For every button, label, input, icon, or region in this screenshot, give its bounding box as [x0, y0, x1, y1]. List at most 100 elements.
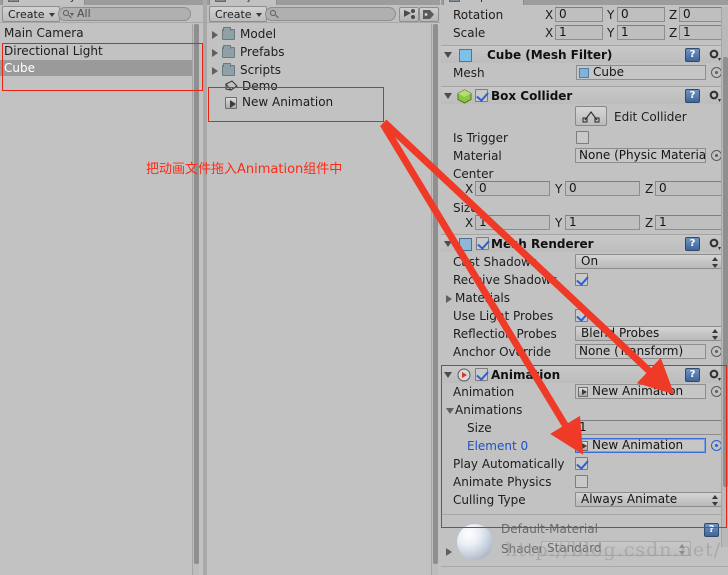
cast-shadows-label: Cast Shadows [453, 255, 538, 269]
animation-clip-row: Animation New Animation [441, 384, 728, 401]
hierarchy-toolbar: Create All [0, 5, 203, 23]
hierarchy-scrollbar-thumb[interactable] [194, 24, 199, 564]
rotation-y-input[interactable]: 0 [617, 7, 665, 22]
rotation-z-input[interactable]: 0 [679, 7, 724, 22]
gear-icon[interactable] [708, 89, 721, 102]
label-tag-icon-button[interactable] [419, 7, 439, 22]
project-item-prefabs[interactable]: Prefabs [212, 44, 285, 60]
play-automatically-checkbox[interactable] [575, 457, 588, 470]
chevron-down-icon[interactable] [444, 372, 452, 378]
collider-size-y-input[interactable]: 1 [565, 215, 640, 230]
animation-clip-field[interactable]: New Animation [575, 384, 706, 399]
hierarchy-create-button[interactable]: Create [2, 6, 60, 22]
box-collider-enabled-checkbox[interactable] [475, 89, 488, 102]
tab-inspector[interactable]: Inspector [443, 0, 525, 5]
collider-center-x-input[interactable]: 0 [475, 181, 550, 196]
project-scrollbar-thumb[interactable] [433, 24, 438, 564]
mesh-renderer-header[interactable]: Mesh Renderer ? [441, 234, 728, 252]
use-light-probes-checkbox[interactable] [575, 309, 588, 322]
scale-x-input[interactable]: 1 [555, 25, 603, 40]
chevron-right-icon[interactable] [446, 548, 452, 556]
project-item-scripts[interactable]: Scripts [212, 62, 281, 78]
mesh-value: Cube [593, 65, 624, 79]
mesh-object-field[interactable]: Cube [576, 65, 706, 80]
materials-label: Materials [455, 291, 511, 305]
gear-icon[interactable] [708, 368, 721, 381]
help-icon[interactable]: ? [685, 237, 700, 251]
project-item-model[interactable]: Model [212, 26, 276, 42]
mesh-filter-icon [459, 49, 472, 62]
project-search-input[interactable] [265, 7, 396, 21]
animations-array-row[interactable]: Animations [441, 402, 728, 419]
collider-center-z-input[interactable]: 0 [655, 181, 724, 196]
animations-element0-field[interactable]: New Animation [575, 438, 706, 453]
updown-caret-icon [712, 329, 719, 340]
collider-size-z-input[interactable]: 1 [655, 215, 724, 230]
is-trigger-checkbox[interactable] [576, 131, 589, 144]
box-collider-header[interactable]: Box Collider ? [441, 86, 728, 104]
play-automatically-row: Play Automatically [441, 456, 728, 473]
animations-size-input[interactable]: 1 [575, 420, 724, 435]
hierarchy-item-cube[interactable]: Cube [0, 60, 193, 76]
chevron-right-icon[interactable] [212, 31, 218, 39]
animation-title: Animation [491, 368, 561, 382]
animation-header[interactable]: Animation ? [441, 365, 728, 383]
inspector-scrollbar-thumb[interactable] [723, 57, 728, 487]
favorites-icon-button[interactable] [399, 7, 419, 22]
help-icon[interactable]: ? [685, 89, 700, 103]
help-icon[interactable]: ? [685, 368, 700, 382]
chevron-down-icon[interactable] [444, 241, 452, 247]
chevron-down-icon[interactable] [444, 93, 452, 99]
collider-material-row: Material None (Physic Material [441, 148, 728, 165]
hierarchy-item-main-camera[interactable]: Main Camera [0, 25, 193, 41]
chevron-down-icon[interactable] [444, 52, 452, 58]
hierarchy-search-input[interactable]: All [58, 7, 191, 21]
anchor-override-field[interactable]: None (Transform) [575, 344, 706, 359]
gear-icon[interactable] [708, 237, 721, 250]
inspector-scrollbar[interactable] [721, 7, 728, 547]
animation-enabled-checkbox[interactable] [475, 368, 488, 381]
collider-material-field[interactable]: None (Physic Material [575, 148, 706, 163]
edit-collider-button[interactable] [575, 106, 607, 126]
animate-physics-checkbox[interactable] [575, 475, 588, 488]
center-label: Center [453, 167, 494, 181]
hierarchy-scrollbar[interactable] [192, 24, 199, 575]
receive-shadows-checkbox[interactable] [575, 273, 588, 286]
culling-type-dropdown[interactable]: Always Animate [575, 492, 724, 507]
hierarchy-item-directional-light[interactable]: Directional Light [0, 43, 193, 59]
scale-y-input[interactable]: 1 [617, 25, 665, 40]
help-icon[interactable]: ? [704, 523, 719, 537]
rotation-x-input[interactable]: 0 [555, 7, 603, 22]
chevron-right-icon[interactable] [212, 49, 218, 57]
inspector-panel: Inspector Rotation X 0 Y 0 Z 0 Scale X 1… [441, 0, 728, 575]
axis-z-label: Z [669, 8, 678, 22]
collider-center-y-input[interactable]: 0 [565, 181, 640, 196]
project-item-demo[interactable]: Demo [225, 78, 278, 94]
mesh-renderer-enabled-checkbox[interactable] [476, 237, 489, 250]
gear-icon[interactable] [708, 48, 721, 61]
play-automatically-label: Play Automatically [453, 457, 565, 471]
materials-row[interactable]: Materials [441, 290, 728, 307]
mesh-filter-header[interactable]: Cube (Mesh Filter) ? [441, 45, 728, 63]
collider-size-x-input[interactable]: 1 [475, 215, 550, 230]
reflection-probes-dropdown[interactable]: Blend Probes [575, 326, 724, 341]
caret-down-icon [255, 13, 262, 17]
scale-z-input[interactable]: 1 [679, 25, 724, 40]
project-tab-controls[interactable] [392, 0, 432, 3]
chevron-right-icon[interactable] [446, 295, 452, 303]
chevron-right-icon[interactable] [212, 67, 218, 75]
cast-shadows-row: Cast Shadows On [441, 254, 728, 271]
receive-shadows-label: Receive Shadows [453, 273, 558, 287]
inspector-tab-controls[interactable] [684, 0, 724, 3]
chevron-down-icon[interactable] [446, 408, 454, 414]
project-scrollbar[interactable] [431, 24, 438, 575]
help-icon[interactable]: ? [685, 48, 700, 62]
cast-shadows-dropdown[interactable]: On [575, 254, 724, 269]
watermark-text: http://blog.csdn.net/ [505, 539, 722, 561]
project-create-button[interactable]: Create [209, 6, 267, 22]
project-item-new-animation[interactable]: New Animation [225, 94, 333, 110]
project-item-label: Model [240, 27, 277, 41]
animation-clip-value: New Animation [592, 384, 684, 398]
material-preview-sphere [457, 524, 493, 560]
hierarchy-tab-controls[interactable] [155, 0, 195, 3]
